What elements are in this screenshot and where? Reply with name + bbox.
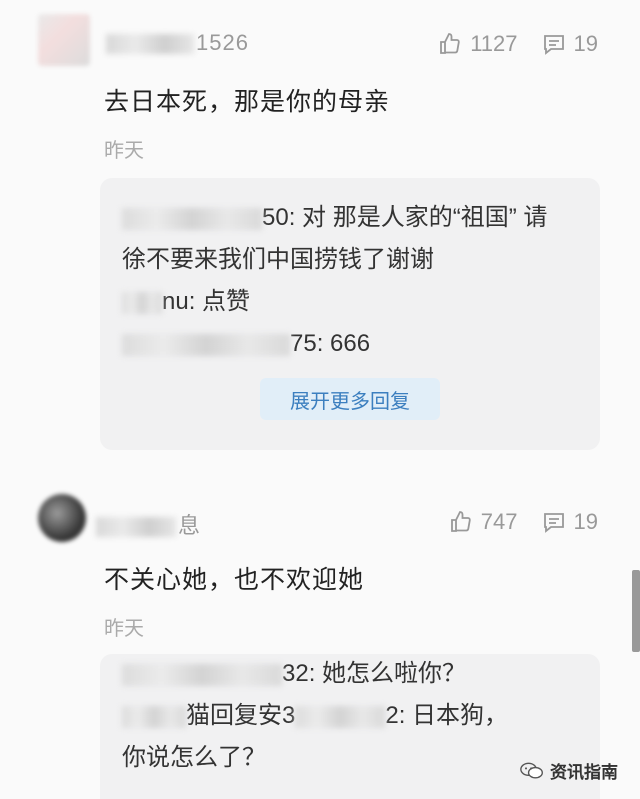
reply-user: 猫回复安3: [186, 702, 296, 729]
reply-item[interactable]: nu: 点赞: [122, 282, 250, 322]
watermark-text: 资讯指南: [550, 763, 618, 782]
reply-user: 2:: [385, 702, 406, 729]
reply-text: 她怎么啦你？: [322, 660, 467, 687]
reply-user: 50:: [262, 204, 296, 231]
blurred-username: [122, 291, 162, 314]
blurred-username: [122, 705, 186, 728]
username[interactable]: 息: [96, 508, 202, 538]
thumbs-up-icon: [450, 511, 471, 532]
reply-button[interactable]: 19: [542, 509, 598, 535]
blurred-username: [96, 517, 176, 538]
blurred-username: [122, 663, 282, 686]
reply-button[interactable]: 19: [542, 31, 598, 57]
comment-stats: 1127 19: [414, 30, 598, 58]
scrollbar[interactable]: [632, 570, 640, 652]
reply-text: 对 那是人家的“祖国” 请: [302, 204, 548, 231]
reply-text: 点赞: [202, 288, 251, 315]
comment-text: 去日本死，那是你的母亲: [104, 88, 391, 116]
comment-text: 不关心她，也不欢迎她: [104, 566, 365, 594]
like-button[interactable]: 1127: [438, 31, 518, 57]
blurred-username: [122, 333, 290, 356]
reply-user: 32:: [282, 660, 316, 687]
reply-text: 日本狗，: [412, 702, 509, 729]
comment-time: 昨天: [104, 140, 144, 162]
reply-item: 你说怎么了？: [122, 738, 266, 778]
like-count: 747: [480, 509, 518, 534]
comment-time: 昨天: [104, 618, 144, 640]
like-count: 1127: [470, 31, 518, 56]
reply-item[interactable]: 50: 对 那是人家的“祖国” 请: [122, 198, 547, 238]
username-text: 1526: [196, 30, 249, 55]
like-button[interactable]: 747: [449, 509, 518, 535]
watermark: 资讯指南: [520, 758, 618, 783]
blurred-username: [295, 705, 386, 728]
reply-user: 75:: [290, 330, 324, 357]
reply-item[interactable]: 猫回复安3 2: 日本狗，: [122, 696, 508, 736]
blurred-username: [106, 34, 194, 55]
expand-replies-button[interactable]: 展开更多回复: [260, 378, 440, 420]
user-avatar[interactable]: [38, 14, 90, 66]
reply-text: 徐不要来我们中国捞钱了谢谢: [122, 246, 434, 273]
reply-count: 19: [573, 509, 598, 534]
reply-item: 徐不要来我们中国捞钱了谢谢: [122, 240, 434, 280]
username-text: 息: [178, 513, 202, 538]
comment-icon: [543, 35, 564, 55]
username[interactable]: 1526: [106, 30, 249, 58]
reply-text: 666: [330, 330, 371, 357]
reply-user: nu:: [162, 288, 196, 315]
comment-stats: 747 19: [425, 508, 598, 536]
wechat-icon: [520, 762, 543, 779]
blurred-username: [122, 207, 262, 230]
comment-icon: [543, 513, 564, 533]
reply-text: 你说怎么了？: [122, 744, 266, 771]
reply-box: 50: 对 那是人家的“祖国” 请 徐不要来我们中国捞钱了谢谢 nu: 点赞 7…: [100, 178, 600, 450]
reply-item[interactable]: 32: 她怎么啦你？: [122, 654, 466, 694]
reply-count: 19: [573, 31, 598, 56]
reply-item[interactable]: 75: 666: [122, 324, 370, 364]
thumbs-up-icon: [440, 33, 460, 54]
user-avatar[interactable]: [38, 494, 86, 542]
